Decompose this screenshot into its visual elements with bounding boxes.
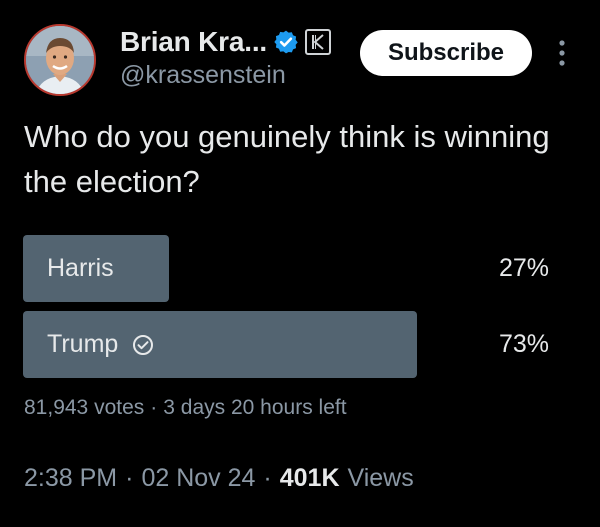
poll-option-trump[interactable]: Trump 73% — [23, 311, 563, 378]
affiliate-k-icon[interactable] — [304, 29, 331, 55]
poll-meta: 81,943 votes · 3 days 20 hours left — [24, 396, 347, 420]
poll-time-left: 3 days 20 hours left — [163, 396, 347, 419]
avatar[interactable] — [24, 24, 96, 96]
author-display-name[interactable]: Brian Kra... — [120, 26, 267, 58]
more-vertical-icon[interactable] — [552, 38, 572, 68]
tweet-text: Who do you genuinely think is winning th… — [24, 119, 550, 199]
views-label: Views — [347, 464, 414, 492]
poll-option-text: Harris — [47, 254, 114, 282]
views-count[interactable]: 401K — [280, 464, 340, 493]
poll-option-percent: 73% — [498, 330, 549, 358]
tweet-info: 2:38 PM · 02 Nov 24 · 401K Views — [24, 464, 414, 493]
poll-option-harris[interactable]: Harris 27% — [23, 235, 563, 302]
poll-option-percent: 27% — [498, 254, 549, 282]
verified-badge-icon — [274, 30, 298, 54]
poll-meta-separator: · — [150, 396, 158, 419]
tweet-date[interactable]: 02 Nov 24 — [141, 464, 255, 493]
poll-option-text: Trump — [47, 330, 119, 358]
tweet-info-separator: · — [263, 464, 272, 492]
poll-option-label: Harris — [47, 235, 114, 302]
check-circle-icon — [132, 334, 154, 356]
subscribe-button[interactable]: Subscribe — [360, 30, 532, 76]
poll-option-label: Trump — [47, 311, 154, 378]
tweet-time[interactable]: 2:38 PM — [24, 464, 117, 493]
tweet-info-separator: · — [125, 464, 134, 492]
poll-votes: 81,943 votes — [24, 396, 145, 419]
author-handle[interactable]: @krassenstein — [120, 61, 286, 90]
author-name-row: Brian Kra... — [120, 25, 331, 59]
